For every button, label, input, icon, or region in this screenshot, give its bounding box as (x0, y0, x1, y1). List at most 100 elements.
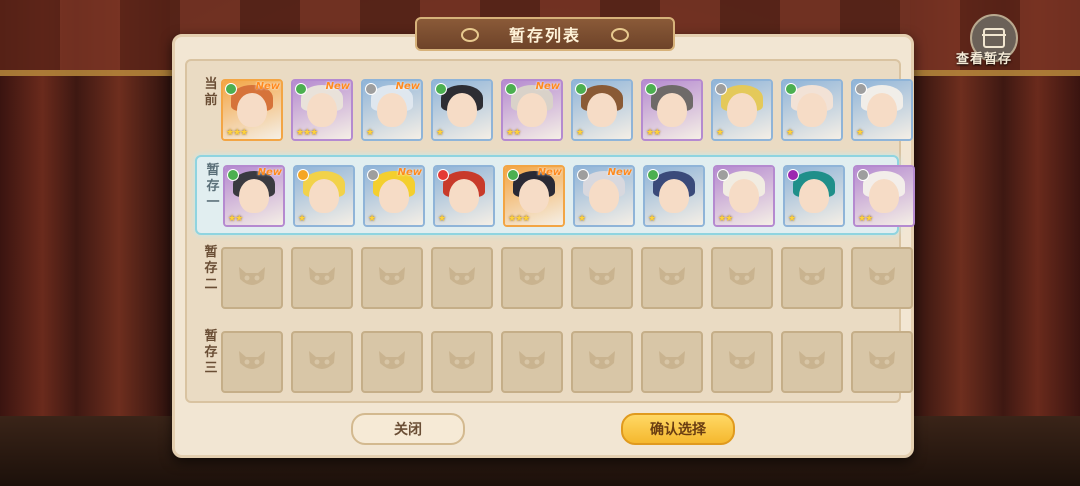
element-icon (855, 83, 867, 95)
row-stash-3[interactable]: 暂存三 (195, 323, 913, 399)
character-slot[interactable]: ★ (431, 79, 493, 141)
confirm-selection-button[interactable]: 确认选择 (621, 413, 735, 445)
new-badge: New (607, 167, 632, 178)
star-rating: ★★ (646, 128, 661, 138)
row-current[interactable]: 当前 ★★★ New ★★★ New ★ New ★ ★★ New ★ ★★ ★ ★ ★ (195, 71, 913, 147)
character-slot[interactable]: ★ New (363, 165, 425, 227)
empty-slot[interactable] (221, 331, 283, 393)
placeholder-mask-icon (729, 351, 755, 369)
placeholder-mask-icon (659, 267, 685, 285)
element-icon (297, 169, 309, 181)
empty-slot[interactable] (361, 247, 423, 309)
empty-slot[interactable] (361, 331, 423, 393)
character-slot[interactable]: ★ (711, 79, 773, 141)
character-face (797, 93, 827, 127)
empty-slot[interactable] (221, 247, 283, 309)
new-badge: New (537, 167, 562, 178)
star-rating: ★ (368, 214, 376, 224)
star-rating: ★★ (506, 128, 521, 138)
empty-slot[interactable] (291, 331, 353, 393)
character-face (799, 179, 829, 213)
placeholder-mask-icon (239, 351, 265, 369)
row-stash-1[interactable]: 暂存一 ★★ New ★ ★ New ★ ★★★ New ★ New ★ ★★ ★ ★★ (195, 155, 915, 235)
character-face (657, 93, 687, 127)
character-slot[interactable]: ★★★ New (503, 165, 565, 227)
element-icon (575, 83, 587, 95)
slot-list: ★★★ New ★★★ New ★ New ★ ★★ New ★ ★★ ★ ★ ★ (221, 79, 913, 141)
row-stash-2[interactable]: 暂存二 (195, 239, 913, 315)
empty-slot[interactable] (571, 247, 633, 309)
character-face (307, 93, 337, 127)
character-slot[interactable]: ★★ (713, 165, 775, 227)
empty-slot[interactable] (711, 331, 773, 393)
placeholder-mask-icon (799, 351, 825, 369)
star-rating: ★★★ (508, 214, 530, 224)
character-slot[interactable]: ★ (571, 79, 633, 141)
placeholder-mask-icon (729, 267, 755, 285)
element-icon (645, 83, 657, 95)
placeholder-mask-icon (589, 351, 615, 369)
empty-slot[interactable] (571, 331, 633, 393)
character-slot[interactable]: ★★★ New (291, 79, 353, 141)
empty-slot[interactable] (781, 247, 843, 309)
element-icon (225, 83, 237, 95)
character-face (449, 179, 479, 213)
character-slot[interactable]: ★ (781, 79, 843, 141)
character-slot[interactable]: ★★ (641, 79, 703, 141)
close-button[interactable]: 关闭 (351, 413, 465, 445)
star-rating: ★★ (858, 214, 873, 224)
star-rating: ★ (648, 214, 656, 224)
character-slot[interactable]: ★ (433, 165, 495, 227)
element-icon (857, 169, 869, 181)
character-slot[interactable]: ★ (783, 165, 845, 227)
element-icon (785, 83, 797, 95)
character-face (867, 93, 897, 127)
element-icon (647, 169, 659, 181)
element-icon (787, 169, 799, 181)
new-badge: New (395, 81, 420, 92)
character-face (237, 93, 267, 127)
empty-slot[interactable] (851, 247, 913, 309)
star-rating: ★ (366, 128, 374, 138)
placeholder-mask-icon (239, 267, 265, 285)
element-icon (437, 169, 449, 181)
star-rating: ★ (786, 128, 794, 138)
empty-slot[interactable] (641, 331, 703, 393)
empty-slot[interactable] (641, 247, 703, 309)
character-slot[interactable]: ★ New (361, 79, 423, 141)
character-slot[interactable]: ★★ New (501, 79, 563, 141)
star-rating: ★ (436, 128, 444, 138)
slot-list (221, 247, 913, 309)
character-slot[interactable]: ★ (643, 165, 705, 227)
new-badge: New (535, 81, 560, 92)
box-icon (982, 28, 1006, 48)
row-label: 暂存二 (204, 245, 218, 292)
character-slot[interactable]: ★ New (573, 165, 635, 227)
placeholder-mask-icon (519, 351, 545, 369)
empty-slot[interactable] (431, 331, 493, 393)
character-slot[interactable]: ★★★ New (221, 79, 283, 141)
empty-slot[interactable] (291, 247, 353, 309)
empty-slot[interactable] (501, 247, 563, 309)
empty-slot[interactable] (851, 331, 913, 393)
element-icon (717, 169, 729, 181)
empty-slot[interactable] (781, 331, 843, 393)
empty-slot[interactable] (711, 247, 773, 309)
new-badge: New (257, 167, 282, 178)
new-badge: New (325, 81, 350, 92)
character-face (869, 179, 899, 213)
character-slot[interactable]: ★★ (853, 165, 915, 227)
placeholder-mask-icon (869, 351, 895, 369)
empty-slot[interactable] (431, 247, 493, 309)
star-rating: ★ (716, 128, 724, 138)
character-face (379, 179, 409, 213)
character-slot[interactable]: ★ (293, 165, 355, 227)
empty-slot[interactable] (501, 331, 563, 393)
slot-list (221, 331, 913, 393)
placeholder-mask-icon (799, 267, 825, 285)
character-slot[interactable]: ★★ New (223, 165, 285, 227)
character-slot[interactable]: ★ (851, 79, 913, 141)
element-icon (505, 83, 517, 95)
character-face (309, 179, 339, 213)
character-face (239, 179, 269, 213)
